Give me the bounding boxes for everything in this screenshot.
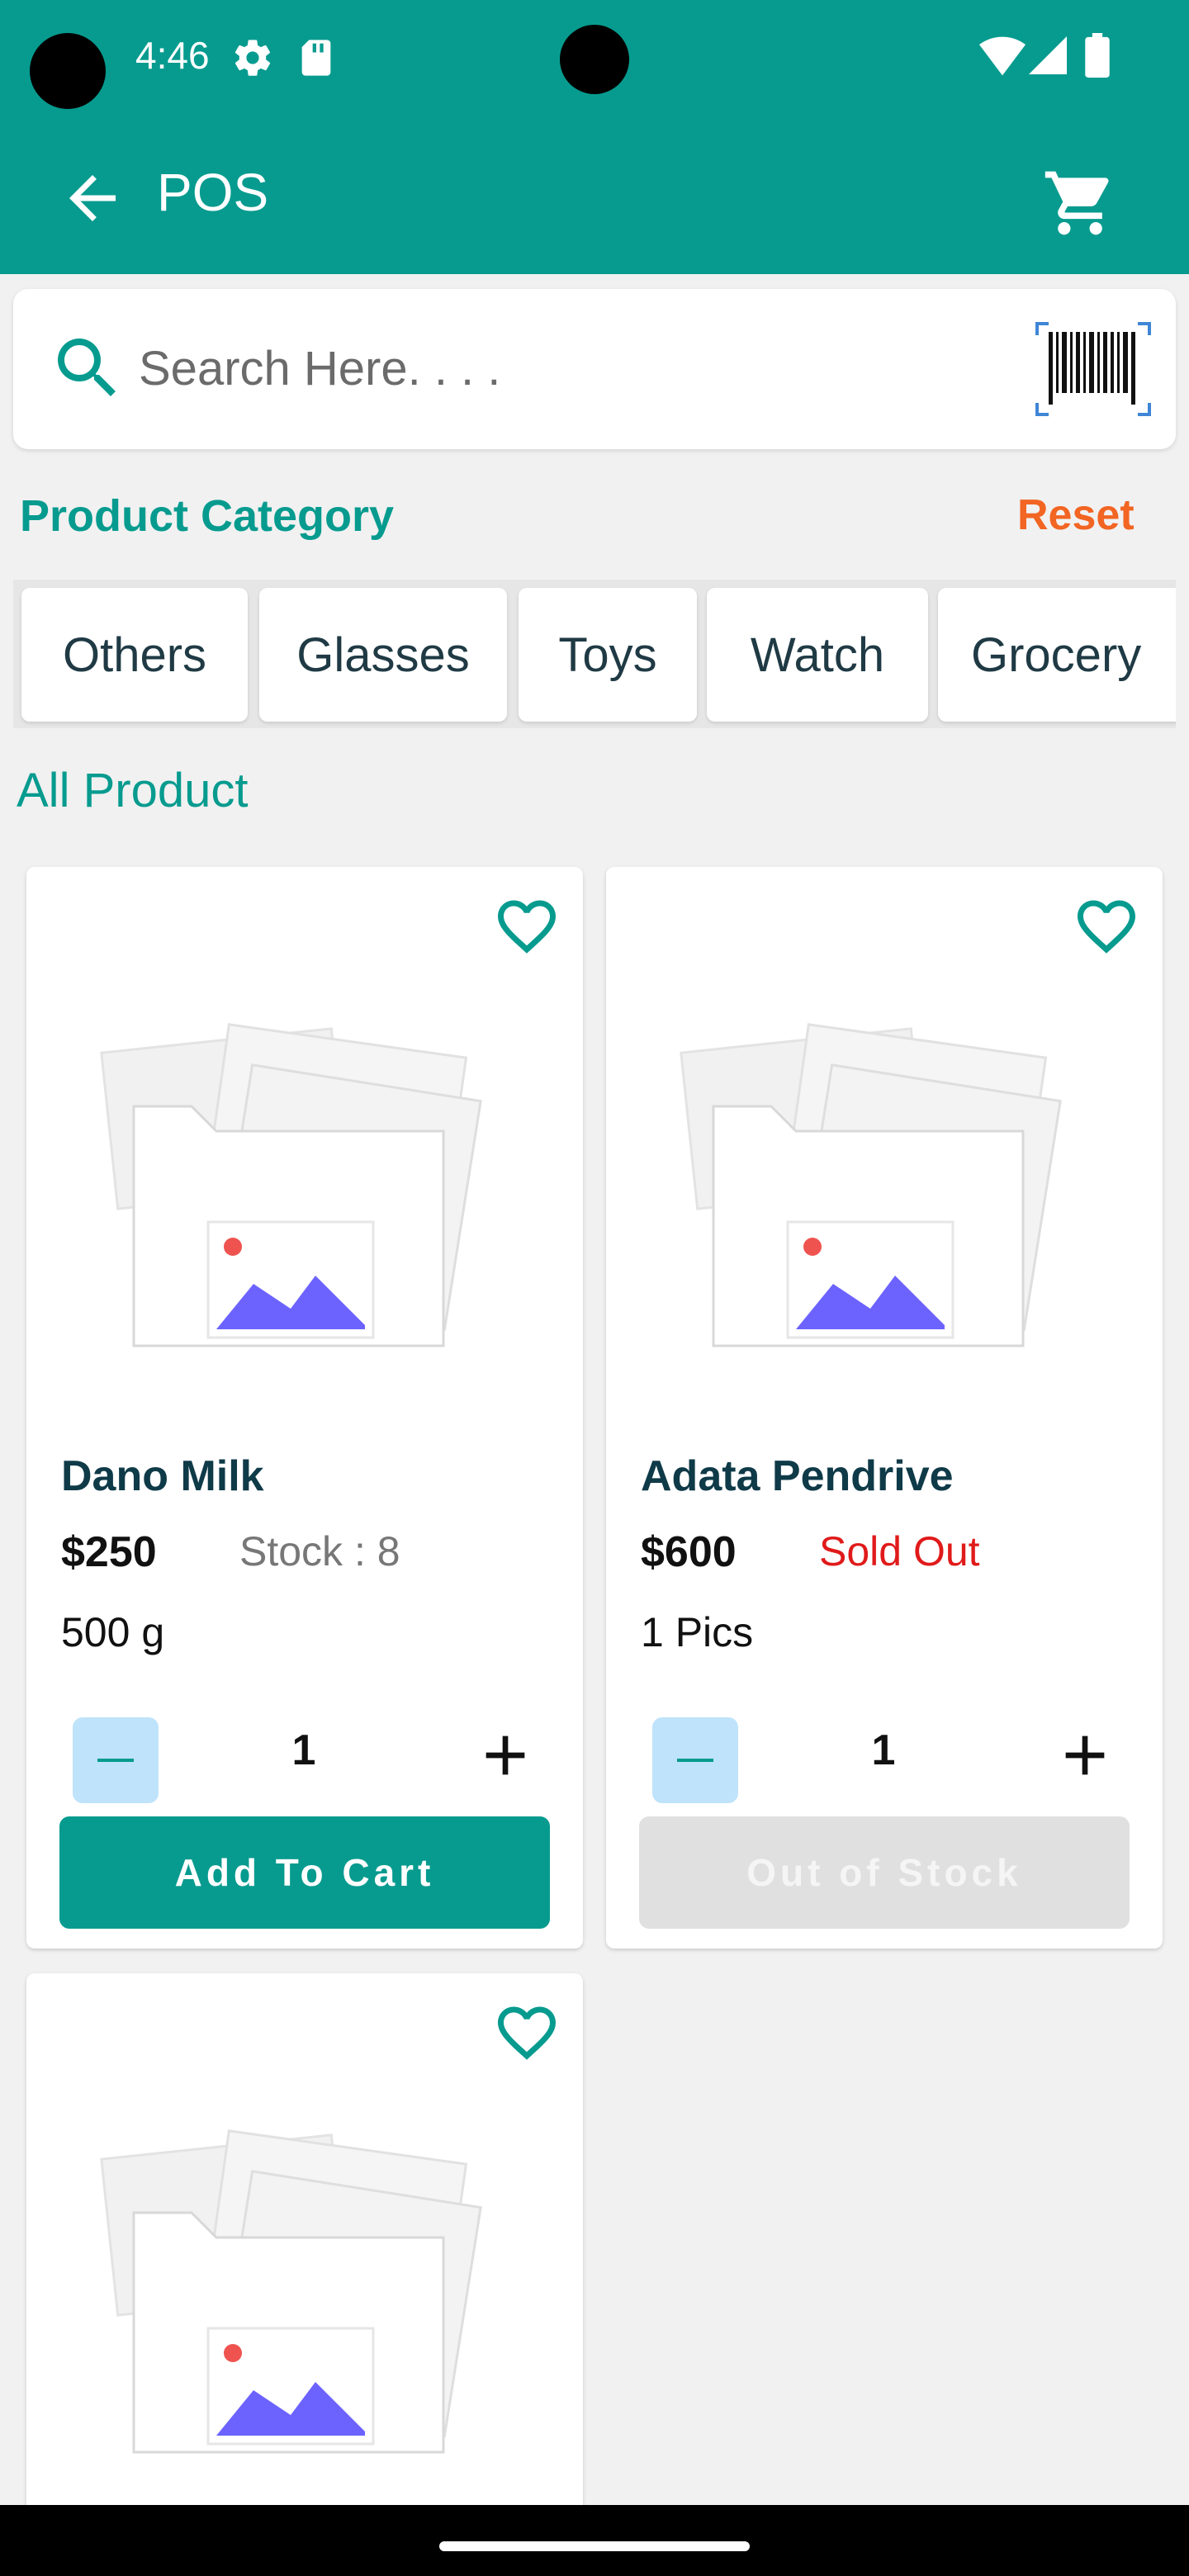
favorite-heart-icon[interactable] xyxy=(492,892,561,961)
page-title: POS xyxy=(157,163,269,222)
product-unit: 500 g xyxy=(61,1609,165,1655)
product-card[interactable]: Adata Pendrive $600 Sold Out 1 Pics 1 Ou… xyxy=(606,867,1163,1949)
product-image-placeholder xyxy=(680,1023,1062,1347)
search-input[interactable] xyxy=(137,330,991,406)
battery-icon xyxy=(1085,33,1110,78)
home-gesture-handle[interactable] xyxy=(439,2541,750,2551)
product-stock: Stock : 8 xyxy=(239,1528,400,1574)
settings-icon xyxy=(234,40,271,76)
increase-quantity-button[interactable] xyxy=(1052,1722,1118,1788)
search-icon xyxy=(58,339,116,396)
category-chip-grocery[interactable]: Grocery xyxy=(938,588,1176,722)
category-chip-toys[interactable]: Toys xyxy=(519,588,697,722)
search-bar xyxy=(13,289,1176,449)
status-time: 4:46 xyxy=(135,34,210,77)
product-name: Adata Pendrive xyxy=(641,1452,954,1500)
signal-icon xyxy=(1029,36,1067,74)
decrease-quantity-button[interactable] xyxy=(73,1717,159,1803)
minus-icon xyxy=(677,1759,713,1762)
add-to-cart-button[interactable]: Add To Cart xyxy=(59,1816,550,1929)
product-image-placeholder xyxy=(100,1023,482,1347)
product-category-heading: Product Category xyxy=(20,491,395,541)
product-price: $600 xyxy=(641,1528,737,1576)
sd-card-icon xyxy=(301,40,331,76)
favorite-heart-icon[interactable] xyxy=(492,1998,561,2067)
minus-icon xyxy=(97,1759,134,1762)
product-price: $250 xyxy=(61,1528,157,1576)
out-of-stock-button[interactable]: Out of Stock xyxy=(639,1816,1130,1929)
decrease-quantity-button[interactable] xyxy=(652,1717,738,1803)
reset-button[interactable]: Reset xyxy=(1017,490,1135,540)
category-chip-watch[interactable]: Watch xyxy=(707,588,928,722)
sold-out-label: Sold Out xyxy=(819,1528,980,1574)
quantity-value: 1 xyxy=(291,1726,316,1774)
wifi-icon xyxy=(979,36,1026,76)
barcode-scan-icon[interactable] xyxy=(1034,320,1153,418)
system-navigation-bar xyxy=(0,2505,1189,2576)
product-unit: 1 Pics xyxy=(641,1609,754,1655)
category-chip-glasses[interactable]: Glasses xyxy=(259,588,507,722)
quantity-value: 1 xyxy=(871,1726,896,1774)
product-card[interactable] xyxy=(26,1973,583,2551)
increase-quantity-button[interactable] xyxy=(472,1722,538,1788)
product-card[interactable]: Dano Milk $250 Stock : 8 500 g 1 Add To … xyxy=(26,867,583,1949)
back-arrow-icon[interactable] xyxy=(58,163,127,233)
all-product-heading: All Product xyxy=(17,764,249,817)
favorite-heart-icon[interactable] xyxy=(1072,892,1141,961)
front-camera xyxy=(30,33,106,109)
product-image-placeholder xyxy=(100,2129,482,2454)
app-bar: POS xyxy=(0,109,1189,274)
cart-icon[interactable] xyxy=(1042,165,1118,241)
category-chip-list: Others Glasses Toys Watch Grocery xyxy=(13,580,1176,728)
category-chip-others[interactable]: Others xyxy=(21,588,248,722)
status-bar: 4:46 xyxy=(0,0,1189,109)
product-name: Dano Milk xyxy=(61,1452,264,1500)
front-camera-center xyxy=(560,25,629,94)
